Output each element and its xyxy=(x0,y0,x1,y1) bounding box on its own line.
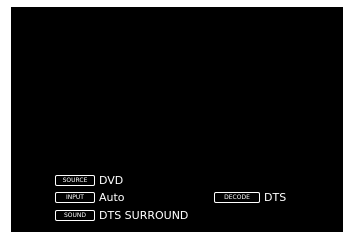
input-row: INPUT Auto xyxy=(55,191,125,204)
input-value: Auto xyxy=(99,191,125,204)
sound-row: SOUND DTS SURROUND xyxy=(55,209,188,222)
decode-value: DTS xyxy=(264,191,287,204)
decode-row: DECODE DTS xyxy=(214,191,286,204)
source-tag: SOURCE xyxy=(55,175,95,186)
input-tag: INPUT xyxy=(55,192,95,203)
source-row: SOURCE DVD xyxy=(55,174,123,187)
sound-tag: SOUND xyxy=(55,210,95,221)
sound-value: DTS SURROUND xyxy=(99,209,189,222)
decode-tag: DECODE xyxy=(214,192,260,203)
source-value: DVD xyxy=(99,174,124,187)
osd-screen: SOURCE DVD INPUT Auto DECODE DTS SOUND D… xyxy=(11,7,343,232)
